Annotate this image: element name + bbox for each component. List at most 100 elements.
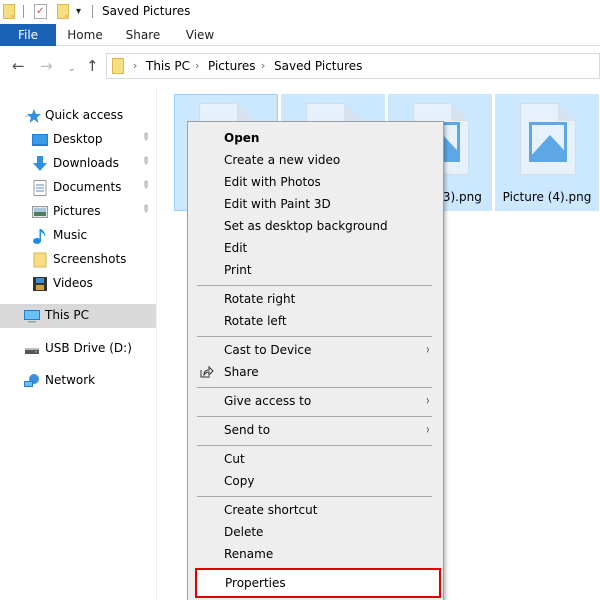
menu-item-label: Edit with Photos bbox=[224, 175, 321, 189]
sidebar-item-documents[interactable]: Documents ✎ bbox=[0, 176, 156, 200]
menu-item-set-desktop-background[interactable]: Set as desktop background bbox=[190, 216, 441, 238]
navigation-pane: Quick access Desktop ✎ Downloads ✎ Docum… bbox=[0, 88, 157, 600]
menu-item-cut[interactable]: Cut bbox=[190, 449, 441, 471]
breadcrumb-this-pc[interactable]: This PC bbox=[146, 59, 190, 73]
menu-separator bbox=[197, 496, 432, 497]
title-bar: ▾ Saved Pictures bbox=[0, 0, 600, 24]
menu-item-copy[interactable]: Copy bbox=[190, 471, 441, 493]
forward-arrow-icon[interactable]: → bbox=[40, 58, 53, 74]
breadcrumb-separator[interactable]: › bbox=[261, 59, 265, 72]
pin-icon[interactable]: ✎ bbox=[138, 203, 152, 217]
chevron-right-icon: › bbox=[426, 422, 430, 438]
sidebar-item-label: Videos bbox=[53, 276, 93, 290]
sidebar-item-quick-access[interactable]: Quick access bbox=[0, 104, 156, 128]
tab-share[interactable]: Share bbox=[118, 24, 168, 46]
pictures-icon bbox=[32, 206, 48, 218]
sidebar-item-label: Downloads bbox=[53, 156, 119, 170]
sidebar-item-network[interactable]: Network bbox=[0, 369, 156, 393]
this-pc-icon bbox=[24, 310, 40, 323]
tab-file[interactable]: File bbox=[0, 24, 56, 46]
sidebar-item-label: USB Drive (D:) bbox=[45, 341, 132, 355]
new-folder-icon[interactable] bbox=[57, 4, 69, 19]
share-icon bbox=[200, 365, 214, 381]
menu-item-print[interactable]: Print bbox=[190, 260, 441, 282]
properties-icon[interactable] bbox=[34, 4, 47, 19]
menu-item-rotate-right[interactable]: Rotate right bbox=[190, 289, 441, 311]
documents-icon bbox=[33, 180, 47, 196]
context-menu: Open Create a new video Edit with Photos… bbox=[187, 121, 444, 600]
sidebar-item-pictures[interactable]: Pictures ✎ bbox=[0, 200, 156, 224]
breadcrumb-separator[interactable]: › bbox=[133, 59, 137, 72]
sidebar-item-desktop[interactable]: Desktop ✎ bbox=[0, 128, 156, 152]
menu-item-label: Send to bbox=[224, 423, 271, 437]
recent-locations-chevron-icon[interactable]: ⌄ bbox=[68, 61, 76, 77]
toolbar-divider bbox=[92, 5, 93, 18]
menu-item-send-to[interactable]: Send to › bbox=[190, 420, 441, 442]
menu-item-label: Rename bbox=[224, 547, 274, 561]
menu-separator bbox=[197, 445, 432, 446]
sidebar-item-videos[interactable]: Videos bbox=[0, 272, 156, 296]
menu-item-label: Print bbox=[224, 263, 252, 277]
breadcrumb-saved-pictures[interactable]: Saved Pictures bbox=[274, 59, 362, 73]
back-arrow-icon[interactable]: ← bbox=[12, 58, 25, 74]
menu-item-properties[interactable]: Properties bbox=[195, 568, 441, 598]
address-bar[interactable]: › This PC › Pictures › Saved Pictures bbox=[106, 53, 600, 79]
menu-item-share[interactable]: Share bbox=[190, 362, 441, 384]
menu-item-rotate-left[interactable]: Rotate left bbox=[190, 311, 441, 333]
menu-item-give-access-to[interactable]: Give access to › bbox=[190, 391, 441, 413]
menu-item-open[interactable]: Open bbox=[190, 128, 441, 150]
chevron-right-icon: › bbox=[426, 393, 430, 409]
folder-icon[interactable] bbox=[3, 4, 15, 19]
music-icon bbox=[33, 229, 46, 244]
menu-item-label: Set as desktop background bbox=[224, 219, 388, 233]
sidebar-item-this-pc[interactable]: This PC bbox=[0, 304, 156, 328]
menu-item-label: Cast to Device bbox=[224, 343, 312, 357]
menu-item-label: Open bbox=[224, 131, 260, 145]
sidebar-item-downloads[interactable]: Downloads ✎ bbox=[0, 152, 156, 176]
sidebar-item-label: Network bbox=[45, 373, 96, 387]
pin-icon[interactable]: ✎ bbox=[138, 155, 152, 169]
menu-item-edit-with-photos[interactable]: Edit with Photos bbox=[190, 172, 441, 194]
pin-icon[interactable]: ✎ bbox=[138, 131, 152, 145]
tab-view[interactable]: View bbox=[175, 24, 225, 46]
window-title: Saved Pictures bbox=[102, 4, 191, 18]
network-icon bbox=[24, 374, 39, 387]
sidebar-item-screenshots[interactable]: Screenshots bbox=[0, 248, 156, 272]
customize-dropdown-icon[interactable]: ▾ bbox=[76, 5, 81, 19]
folder-icon bbox=[112, 58, 124, 74]
downloads-icon bbox=[33, 156, 47, 171]
menu-item-delete[interactable]: Delete bbox=[190, 522, 441, 544]
ribbon-tabs: File Home Share View bbox=[0, 24, 600, 46]
menu-item-label: Copy bbox=[224, 474, 255, 488]
sidebar-item-label: Documents bbox=[53, 180, 122, 194]
file-name: Picture (4).png bbox=[502, 190, 592, 204]
breadcrumb-separator[interactable]: › bbox=[195, 59, 199, 72]
menu-separator bbox=[197, 416, 432, 417]
usb-drive-icon bbox=[25, 348, 39, 354]
menu-item-label: Cut bbox=[224, 452, 245, 466]
menu-item-label: Edit with Paint 3D bbox=[224, 197, 331, 211]
breadcrumb-pictures[interactable]: Pictures bbox=[208, 59, 256, 73]
sidebar-item-label: Desktop bbox=[53, 132, 103, 146]
sidebar-item-music[interactable]: Music bbox=[0, 224, 156, 248]
pin-icon[interactable]: ✎ bbox=[138, 179, 152, 193]
menu-item-label: Rotate left bbox=[224, 314, 287, 328]
menu-item-cast-to-device[interactable]: Cast to Device › bbox=[190, 340, 441, 362]
up-arrow-icon[interactable]: ↑ bbox=[86, 58, 99, 74]
chevron-right-icon: › bbox=[426, 342, 430, 358]
menu-item-edit-with-paint-3d[interactable]: Edit with Paint 3D bbox=[190, 194, 441, 216]
sidebar-item-label: Quick access bbox=[45, 108, 124, 122]
menu-separator bbox=[197, 336, 432, 337]
file-item[interactable]: Picture (4).png bbox=[495, 94, 599, 211]
menu-item-create-shortcut[interactable]: Create shortcut bbox=[190, 500, 441, 522]
menu-item-rename[interactable]: Rename bbox=[190, 544, 441, 566]
sidebar-item-label: Screenshots bbox=[53, 252, 127, 266]
videos-icon bbox=[33, 277, 47, 291]
menu-separator bbox=[197, 285, 432, 286]
tab-home[interactable]: Home bbox=[60, 24, 110, 46]
menu-item-label: Rotate right bbox=[224, 292, 296, 306]
sidebar-item-usb-drive[interactable]: USB Drive (D:) bbox=[0, 337, 156, 361]
menu-item-label: Share bbox=[224, 365, 259, 379]
menu-item-edit[interactable]: Edit bbox=[190, 238, 441, 260]
menu-item-create-new-video[interactable]: Create a new video bbox=[190, 150, 441, 172]
